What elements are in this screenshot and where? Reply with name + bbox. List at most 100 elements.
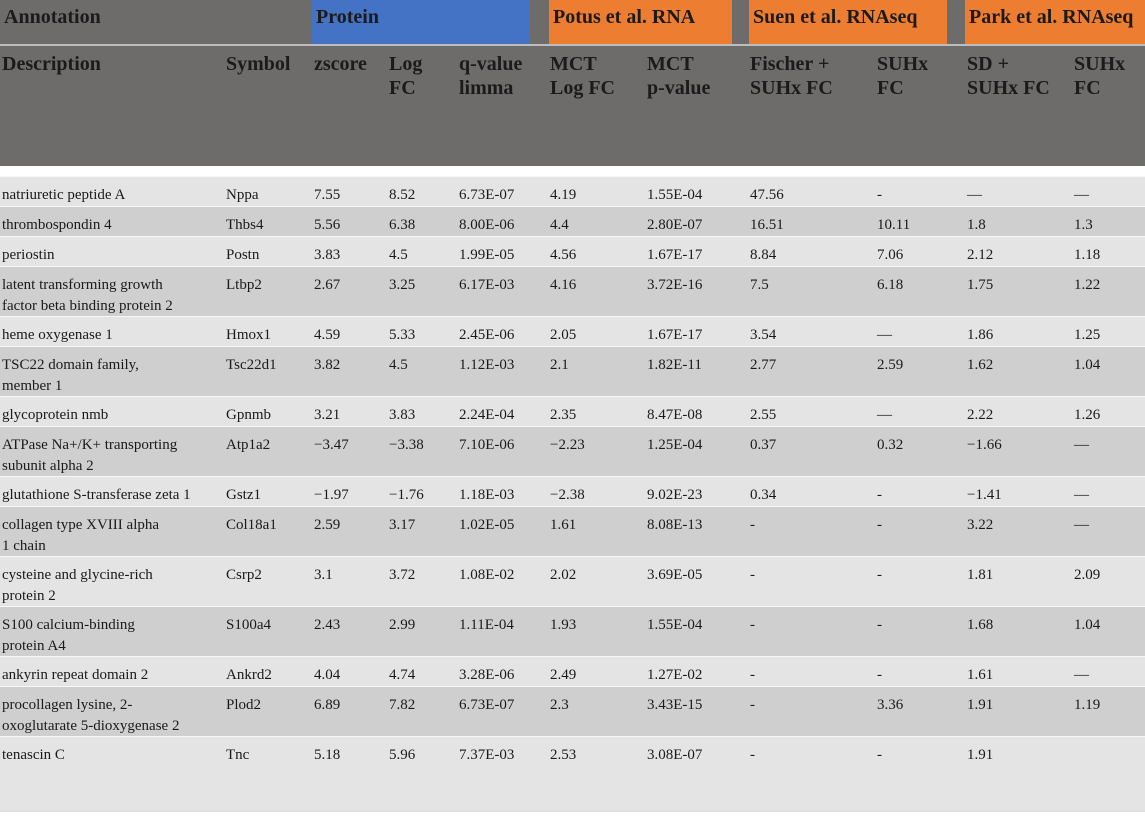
cell-zscore: 2.67 — [314, 277, 341, 293]
cell-sd-suhx-fc: −1.66 — [967, 437, 1002, 453]
cell-park-suhx-fc: 1.26 — [1074, 407, 1101, 423]
cell-description: ankyrin repeat domain 2 — [2, 667, 149, 683]
cell-log-fc: 3.17 — [389, 517, 416, 533]
cell-symbol: Ltbp2 — [226, 277, 262, 293]
cell-zscore: 3.82 — [314, 357, 341, 373]
cell-mct-p-value: 9.02E-23 — [647, 487, 703, 503]
cell-sd-suhx-fc: 1.91 — [967, 697, 994, 713]
cell-sd-suhx-fc: 1.68 — [967, 617, 994, 633]
cell-symbol: Col18a1 — [226, 517, 277, 533]
cell-description: thrombospondin 4 — [2, 217, 112, 233]
cell-log-fc: −1.76 — [389, 487, 424, 503]
cell-zscore: −1.97 — [314, 487, 349, 503]
cell-symbol: Ankrd2 — [226, 667, 272, 683]
cell-mct-p-value: 2.80E-07 — [647, 217, 703, 233]
cell-zscore: 2.59 — [314, 517, 341, 533]
cell-log-fc: 3.72 — [389, 567, 416, 583]
cell-suen-suhx-fc: 7.06 — [877, 247, 904, 263]
cell-mct-log-fc: 2.35 — [550, 407, 577, 423]
cell-mct-log-fc: 2.49 — [550, 667, 577, 683]
cell-q-value: 6.73E-07 — [459, 187, 515, 203]
cell-symbol: S100a4 — [226, 617, 271, 633]
cell-park-suhx-fc: 2.09 — [1074, 567, 1101, 583]
table-row: heme oxygenase 1 Hmox1 4.59 5.33 2.45E-06 2.0… — [0, 316, 1145, 346]
cell-suen-suhx-fc: — — [877, 327, 892, 343]
cell-zscore: 3.21 — [314, 407, 341, 423]
column-header-row: Description Symbol zscore Log FC q-value… — [0, 46, 1145, 166]
cell-zscore: 2.43 — [314, 617, 341, 633]
col-suen-suhx-fc: SUHx FC — [877, 53, 929, 99]
cell-park-suhx-fc: — — [1074, 437, 1089, 453]
cell-sd-suhx-fc: 2.12 — [967, 247, 994, 263]
cell-sd-suhx-fc: −1.41 — [967, 487, 1002, 503]
cell-symbol: Tsc22d1 — [226, 357, 277, 373]
cell-description: glycoprotein nmb — [2, 407, 109, 423]
cell-q-value: 1.11E-04 — [459, 617, 514, 633]
cell-park-suhx-fc: 1.25 — [1074, 327, 1101, 343]
col-fischer-suhx-fc: Fischer + SUHx FC — [750, 53, 833, 99]
table-row: tenascin C Tnc 5.18 5.96 7.37E-03 2.53 3.08E-0… — [0, 736, 1145, 786]
cell-log-fc: 4.5 — [389, 247, 408, 263]
table-row: natriuretic peptide A Nppa 7.55 8.52 6.73E-0… — [0, 176, 1145, 206]
cell-symbol: Thbs4 — [226, 217, 264, 233]
cell-q-value: 3.28E-06 — [459, 667, 515, 683]
cell-suen-suhx-fc: 0.32 — [877, 437, 904, 453]
cell-zscore: 5.56 — [314, 217, 341, 233]
cell-mct-p-value: 8.08E-13 — [647, 517, 703, 533]
cell-description: cysteine and glycine-rich protein 2 — [2, 567, 153, 604]
cell-sd-suhx-fc: — — [967, 187, 982, 203]
col-mct-p-value: MCT p-value — [647, 53, 711, 99]
cell-description: latent transforming growth factor beta b… — [2, 277, 173, 314]
table-body: natriuretic peptide A Nppa 7.55 8.52 6.73E-0… — [0, 176, 1145, 810]
cell-fischer-suhx-fc: 16.51 — [750, 217, 784, 233]
cell-symbol: Tnc — [226, 747, 250, 763]
col-park-suhx-fc: SUHx FC — [1074, 53, 1126, 99]
cell-zscore: −3.47 — [314, 437, 349, 453]
cell-suen-suhx-fc: — — [877, 407, 892, 423]
cell-symbol: Postn — [226, 247, 260, 263]
col-log-fc: Log FC — [389, 53, 423, 99]
cell-mct-p-value: 1.67E-17 — [647, 327, 703, 343]
cell-q-value: 1.02E-05 — [459, 517, 515, 533]
cell-description: periostin — [2, 247, 55, 263]
cell-fischer-suhx-fc: - — [750, 517, 755, 533]
cell-description: S100 calcium-binding protein A4 — [2, 617, 135, 654]
cell-log-fc: 4.74 — [389, 667, 416, 683]
cell-symbol: Hmox1 — [226, 327, 271, 343]
table-row: collagen type XVIII alpha 1 chain Col18a1… — [0, 506, 1145, 556]
cell-fischer-suhx-fc: 0.37 — [750, 437, 777, 453]
cell-mct-p-value: 1.55E-04 — [647, 617, 703, 633]
col-zscore: zscore — [314, 53, 367, 75]
col-symbol: Symbol — [226, 53, 291, 75]
cell-mct-log-fc: 2.53 — [550, 747, 577, 763]
cell-zscore: 4.04 — [314, 667, 341, 683]
cell-log-fc: 8.52 — [389, 187, 416, 203]
cell-park-suhx-fc: 1.04 — [1074, 617, 1101, 633]
table-row: procollagen lysine, 2- oxoglutarate 5-di… — [0, 686, 1145, 736]
cell-description: ATPase Na+/K+ transporting subunit alpha… — [2, 437, 178, 474]
cell-park-suhx-fc: — — [1074, 667, 1089, 683]
cell-zscore: 3.83 — [314, 247, 341, 263]
cell-description: tenascin C — [2, 747, 65, 763]
table-row: periostin Postn 3.83 4.5 1.99E-05 4.56 1.67E-1… — [0, 236, 1145, 266]
cell-mct-log-fc: −2.38 — [550, 487, 585, 503]
col-sd-suhx-fc: SD + SUHx FC — [967, 53, 1050, 99]
cell-sd-suhx-fc: 3.22 — [967, 517, 994, 533]
cell-park-suhx-fc: 1.19 — [1074, 697, 1101, 713]
cell-zscore: 7.55 — [314, 187, 341, 203]
cell-sd-suhx-fc: 1.86 — [967, 327, 994, 343]
cell-mct-log-fc: 1.61 — [550, 517, 577, 533]
table-row: ATPase Na+/K+ transporting subunit alpha… — [0, 426, 1145, 476]
cell-q-value: 1.18E-03 — [459, 487, 515, 503]
cell-sd-suhx-fc: 1.91 — [967, 747, 994, 763]
cell-fischer-suhx-fc: 0.34 — [750, 487, 777, 503]
cell-description: glutathione S-transferase zeta 1 — [2, 487, 191, 503]
cell-mct-p-value: 1.67E-17 — [647, 247, 703, 263]
cell-symbol: Plod2 — [226, 697, 262, 713]
cell-suen-suhx-fc: 2.59 — [877, 357, 904, 373]
cell-park-suhx-fc: 1.18 — [1074, 247, 1101, 263]
cell-mct-log-fc: 4.4 — [550, 217, 569, 233]
cell-mct-log-fc: −2.23 — [550, 437, 585, 453]
cell-sd-suhx-fc: 1.61 — [967, 667, 994, 683]
cell-suen-suhx-fc: - — [877, 667, 882, 683]
